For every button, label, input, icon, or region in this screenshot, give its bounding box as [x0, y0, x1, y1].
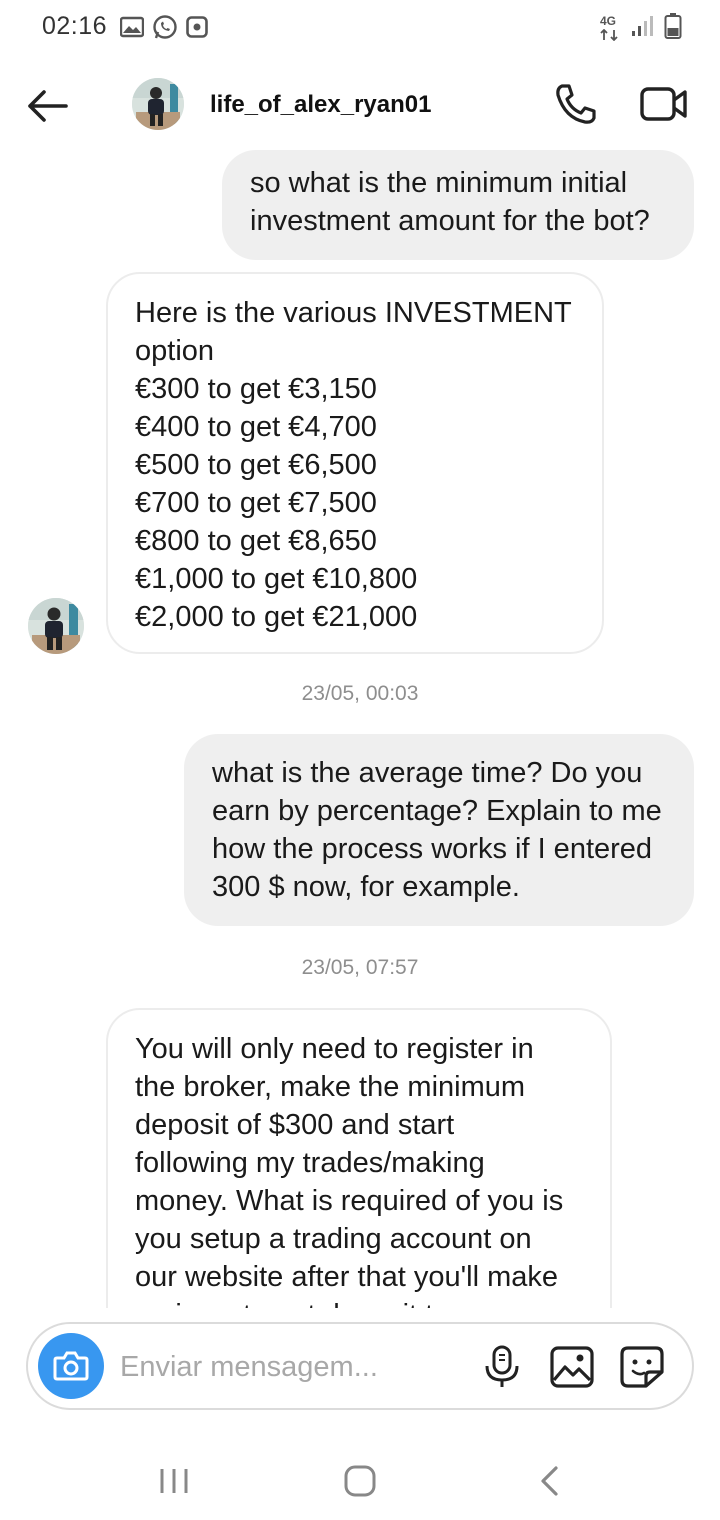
phone-icon — [556, 84, 596, 124]
home-button[interactable] — [342, 1464, 378, 1498]
status-time: 02:16 — [42, 12, 108, 40]
incoming-message[interactable]: Here is the various INVESTMENT option €3… — [106, 272, 604, 654]
back-icon — [541, 1466, 558, 1496]
chat-header: life_of_alex_ryan01 — [0, 60, 720, 150]
message-line: so what is the minimum initial — [250, 167, 628, 199]
incoming-message[interactable]: You will only need to register in the br… — [106, 1008, 612, 1308]
app-notification-icon — [186, 16, 208, 43]
profile-photo-icon — [132, 78, 184, 130]
message-line: earn by percentage? Explain to me — [212, 795, 662, 827]
message-composer — [26, 1322, 694, 1410]
message-timestamp: 23/05, 07:57 — [301, 956, 419, 979]
video-call-button[interactable] — [638, 80, 690, 128]
message-timestamp: 23/05, 00:03 — [301, 682, 419, 705]
message-line: €800 to get €8,650 — [135, 525, 377, 557]
back-arrow-icon — [28, 90, 68, 122]
chat-username[interactable]: life_of_alex_ryan01 — [210, 91, 431, 119]
message-input[interactable] — [120, 1348, 460, 1386]
message-line: how the process works if I entered — [212, 833, 653, 865]
sticker-button[interactable] — [618, 1344, 666, 1390]
message-line: investment amount for the bot? — [250, 205, 650, 237]
recent-apps-icon — [160, 1469, 188, 1493]
message-line: deposit of $300 and start — [135, 1109, 455, 1141]
avatar[interactable] — [132, 78, 184, 130]
message-line: our website after that you'll make — [135, 1261, 559, 1293]
message-line: an investment deposit to your — [135, 1296, 594, 1308]
message-line: Here is the various INVESTMENT — [135, 297, 572, 329]
nav-back-button[interactable] — [534, 1464, 564, 1498]
signal-icon — [630, 14, 656, 43]
status-bar: 02:16 4G — [0, 0, 720, 56]
whatsapp-icon — [152, 14, 178, 45]
message-line: what is the average time? Do you — [212, 757, 643, 789]
gallery-button[interactable] — [548, 1344, 596, 1390]
sticker-icon — [620, 1346, 664, 1388]
message-line: money. What is required of you is — [135, 1185, 564, 1217]
message-line: the broker, make the minimum — [135, 1071, 526, 1103]
sender-avatar[interactable] — [28, 598, 84, 654]
video-camera-icon — [640, 87, 687, 121]
system-icons: 4G — [600, 12, 682, 45]
message-line: you setup a trading account on — [135, 1223, 532, 1255]
message-line: €500 to get €6,500 — [135, 449, 377, 481]
profile-photo-icon — [28, 598, 84, 654]
camera-icon — [53, 1351, 89, 1381]
outgoing-message[interactable]: what is the average time? Do you earn by… — [184, 734, 694, 926]
outgoing-message[interactable]: so what is the minimum initial investmen… — [222, 150, 694, 260]
message-line: €2,000 to get €21,000 — [135, 601, 418, 633]
notification-icons — [119, 14, 208, 45]
message-line: You will only need to register in — [135, 1033, 534, 1065]
message-line: following my trades/making — [135, 1147, 485, 1179]
recent-apps-button[interactable] — [156, 1466, 192, 1496]
battery-icon — [664, 12, 682, 45]
message-line: €1,000 to get €10,800 — [135, 563, 418, 595]
message-thread[interactable]: so what is the minimum initial investmen… — [0, 150, 720, 1308]
message-line: €300 to get €3,150 — [135, 373, 377, 405]
voice-call-button[interactable] — [552, 80, 600, 128]
microphone-icon — [485, 1345, 519, 1387]
home-icon — [344, 1465, 376, 1497]
camera-button[interactable] — [38, 1333, 104, 1399]
back-button[interactable] — [24, 84, 72, 128]
system-nav-bar — [0, 1440, 720, 1520]
message-line: €400 to get €4,700 — [135, 411, 377, 443]
message-line: €700 to get €7,500 — [135, 487, 377, 519]
gallery-notification-icon — [119, 16, 145, 43]
gallery-icon — [550, 1346, 594, 1388]
voice-message-button[interactable] — [480, 1344, 524, 1390]
message-line: 300 $ now, for example. — [212, 871, 520, 903]
network-4g-icon: 4G — [600, 15, 622, 43]
message-line: option — [135, 335, 215, 367]
